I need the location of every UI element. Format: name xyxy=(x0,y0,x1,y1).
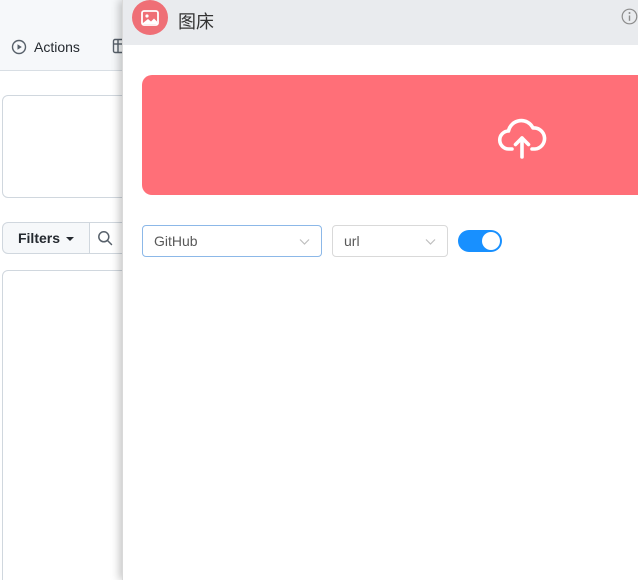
panel-header: 图床 xyxy=(123,0,638,45)
tab-actions[interactable]: Actions xyxy=(11,38,80,56)
content-box xyxy=(2,95,142,198)
search-icon xyxy=(98,231,113,246)
upload-dropzone[interactable] xyxy=(142,75,638,195)
chevron-down-icon xyxy=(425,239,436,245)
image-host-value: GitHub xyxy=(154,233,198,249)
link-format-select[interactable]: url xyxy=(332,225,448,257)
caret-down-icon xyxy=(66,237,74,241)
panel-title: 图床 xyxy=(178,12,214,33)
play-circle-icon xyxy=(11,39,27,55)
image-icon xyxy=(141,9,159,26)
filters-label: Filters xyxy=(17,230,60,246)
app-logo xyxy=(132,0,168,35)
link-format-value: url xyxy=(344,233,360,249)
toggle-knob xyxy=(482,232,500,250)
filters-button[interactable]: Filters xyxy=(2,222,90,254)
image-host-panel: 图床 GitHub url xyxy=(122,0,638,580)
tab-actions-label: Actions xyxy=(34,39,80,55)
results-list xyxy=(2,270,142,580)
cloud-upload-icon xyxy=(497,118,547,159)
chevron-down-icon xyxy=(299,239,310,245)
option-toggle[interactable] xyxy=(458,230,502,252)
image-host-select[interactable]: GitHub xyxy=(142,225,322,257)
info-icon[interactable] xyxy=(621,8,638,25)
